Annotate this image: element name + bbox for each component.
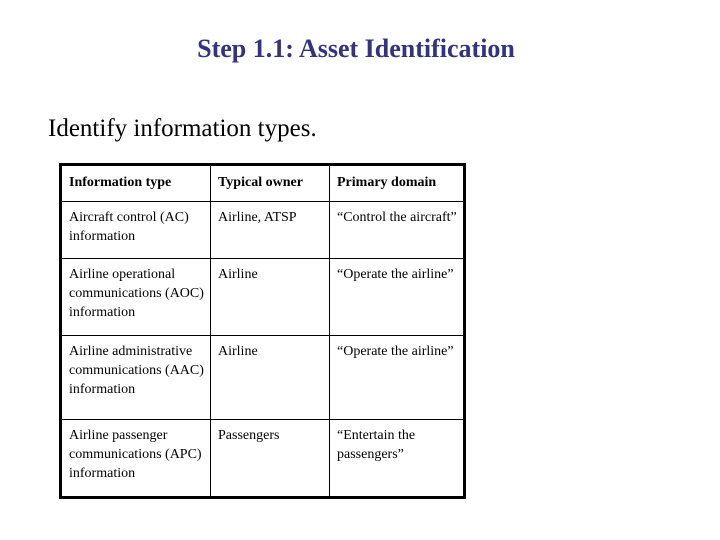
table-header-row: Information type Typical owner Primary d… (60, 164, 465, 202)
cell-information-type: Airline administrative communications (A… (60, 335, 211, 420)
cell-primary-domain: “Entertain the passengers” (329, 419, 465, 498)
cell-typical-owner: Airline (210, 258, 330, 336)
cell-information-type: Airline passenger communications (APC) i… (60, 419, 211, 498)
cell-primary-domain: “Operate the airline” (329, 335, 465, 420)
table-row: Aircraft control (AC) information Airlin… (60, 201, 465, 259)
cell-typical-owner: Airline (210, 335, 330, 420)
information-types-table: Information type Typical owner Primary d… (59, 163, 466, 499)
cell-information-type: Aircraft control (AC) information (60, 201, 211, 259)
table-row: Airline operational communications (AOC)… (60, 258, 465, 336)
header-information-type: Information type (60, 164, 211, 202)
table-row: Airline passenger communications (APC) i… (60, 419, 465, 498)
cell-typical-owner: Passengers (210, 419, 330, 498)
cell-information-type: Airline operational communications (AOC)… (60, 258, 211, 336)
header-primary-domain: Primary domain (329, 164, 465, 202)
cell-primary-domain: “Operate the airline” (329, 258, 465, 336)
table-row: Airline administrative communications (A… (60, 335, 465, 420)
cell-primary-domain: “Control the aircraft” (329, 201, 465, 259)
slide-title: Step 1.1: Asset Identification (197, 34, 515, 63)
cell-typical-owner: Airline, ATSP (210, 201, 330, 259)
header-typical-owner: Typical owner (210, 164, 330, 202)
slide-subtitle: Identify information types. (48, 115, 317, 142)
